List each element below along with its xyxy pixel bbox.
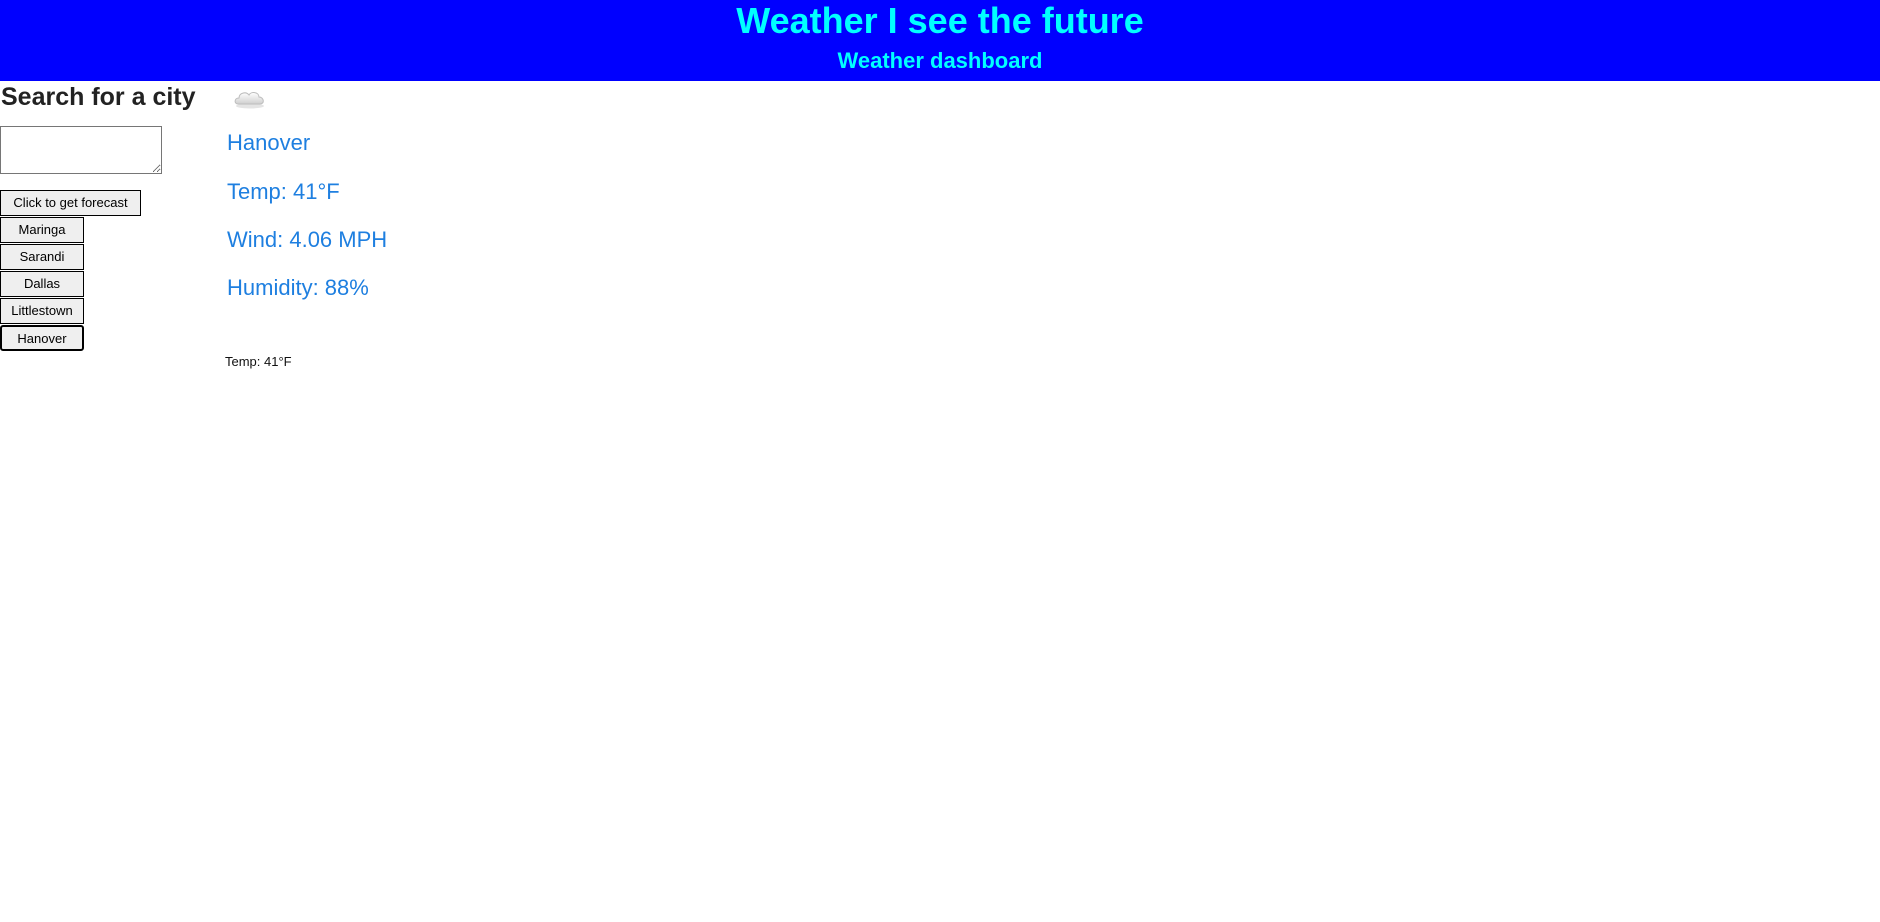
- current-temperature: Temp: 41°F: [227, 179, 340, 204]
- city-button-littlestown[interactable]: Littlestown: [0, 298, 84, 324]
- city-search-input[interactable]: [0, 126, 162, 174]
- header-banner: Weather I see the future Weather dashboa…: [0, 0, 1880, 81]
- current-humidity: Humidity: 88%: [227, 275, 369, 300]
- current-city-name: Hanover: [227, 130, 311, 155]
- page-subtitle: Weather dashboard: [837, 48, 1043, 73]
- city-button-hanover[interactable]: Hanover: [0, 325, 84, 351]
- page-title: Weather I see the future: [736, 0, 1144, 41]
- get-forecast-button[interactable]: Click to get forecast: [0, 190, 141, 216]
- forecast-temperature: Temp: 41°F: [225, 354, 292, 369]
- city-button-sarandi[interactable]: Sarandi: [0, 244, 84, 270]
- search-heading: Search for a city: [1, 83, 196, 111]
- city-button-maringa[interactable]: Maringa: [0, 217, 84, 243]
- city-button-dallas[interactable]: Dallas: [0, 271, 84, 297]
- cloud-icon: [232, 86, 268, 110]
- current-wind-speed: Wind: 4.06 MPH: [227, 227, 388, 252]
